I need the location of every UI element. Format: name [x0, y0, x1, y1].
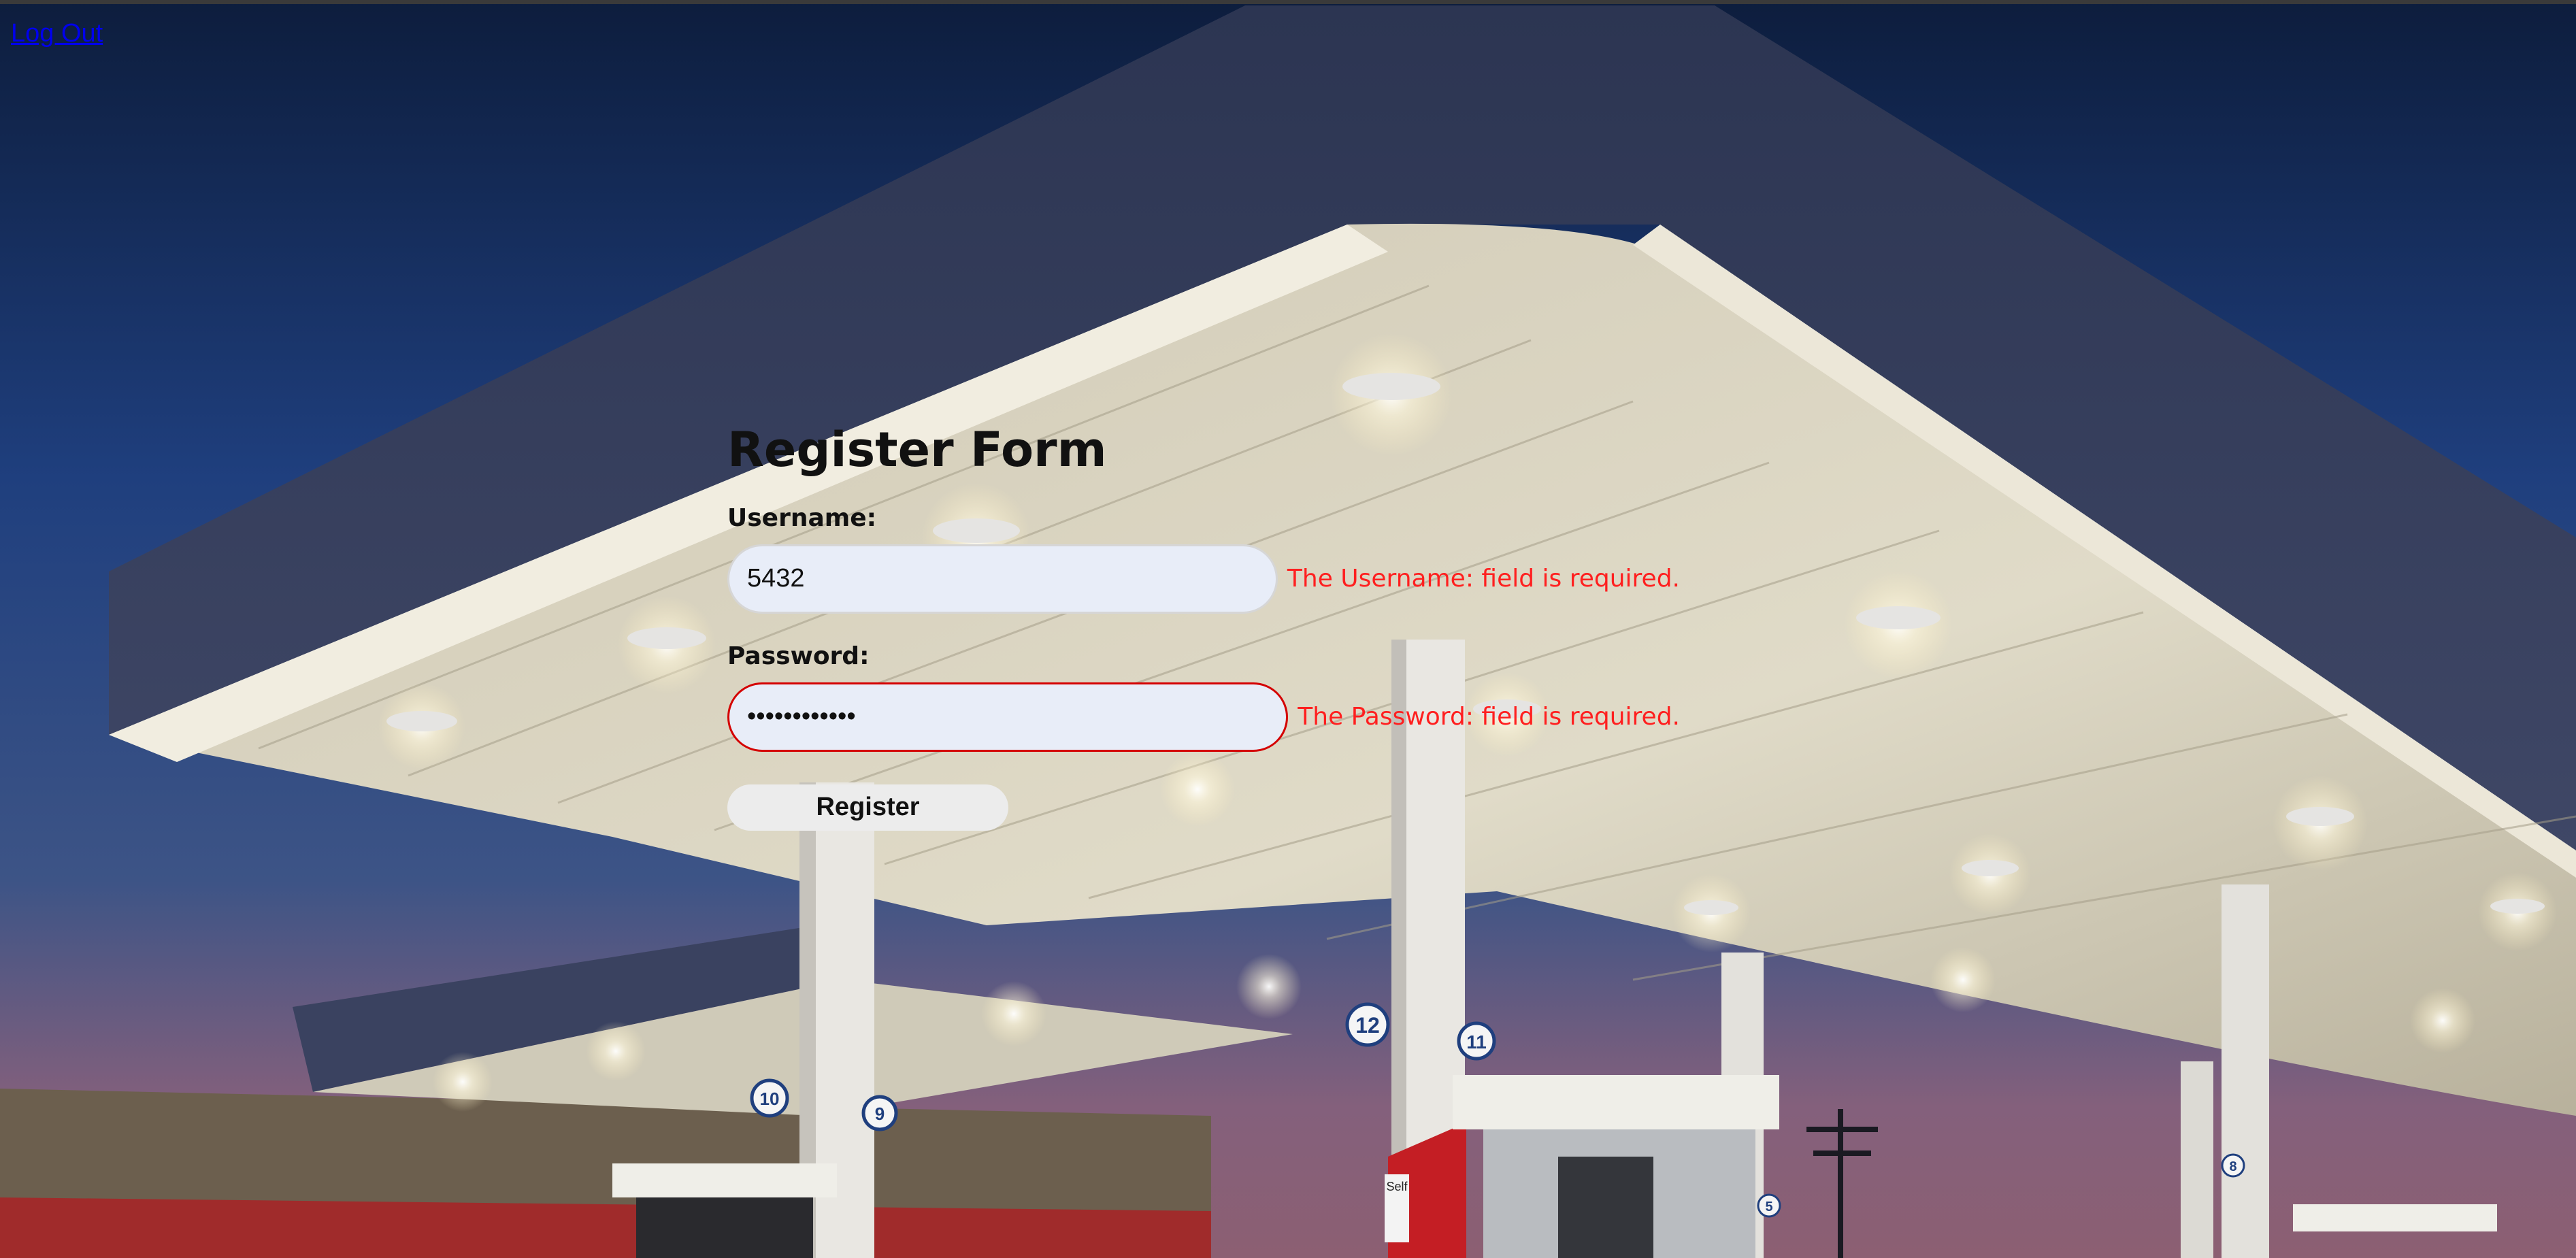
pump-number-11: 11 [1466, 1031, 1487, 1053]
username-label: Username: [727, 503, 877, 532]
page-background: 12 11 10 9 5 8 Self Log Out Register For… [0, 0, 2576, 1258]
form-title: Register Form [727, 422, 1107, 478]
pump-sign-self: Self [1386, 1180, 1408, 1193]
register-form: Register Form Username: The Username: fi… [727, 425, 1680, 831]
pump-number-10: 10 [760, 1089, 780, 1109]
pump-number-12: 12 [1355, 1013, 1380, 1038]
password-label: Password: [727, 642, 870, 670]
password-field[interactable] [727, 682, 1289, 752]
pump-number-8: 8 [2229, 1159, 2236, 1174]
username-row: The Username: field is required. [727, 544, 1680, 614]
logout-link[interactable]: Log Out [11, 19, 103, 48]
password-row: The Password: field is required. [727, 682, 1680, 752]
utility-pole [1806, 1109, 1878, 1258]
pump-number-5: 5 [1765, 1199, 1772, 1214]
username-error: The Username: field is required. [1287, 565, 1680, 593]
register-button[interactable]: Register [727, 784, 1008, 831]
password-error: The Password: field is required. [1298, 703, 1680, 731]
pump-number-9: 9 [875, 1104, 885, 1124]
username-field[interactable] [727, 544, 1278, 614]
